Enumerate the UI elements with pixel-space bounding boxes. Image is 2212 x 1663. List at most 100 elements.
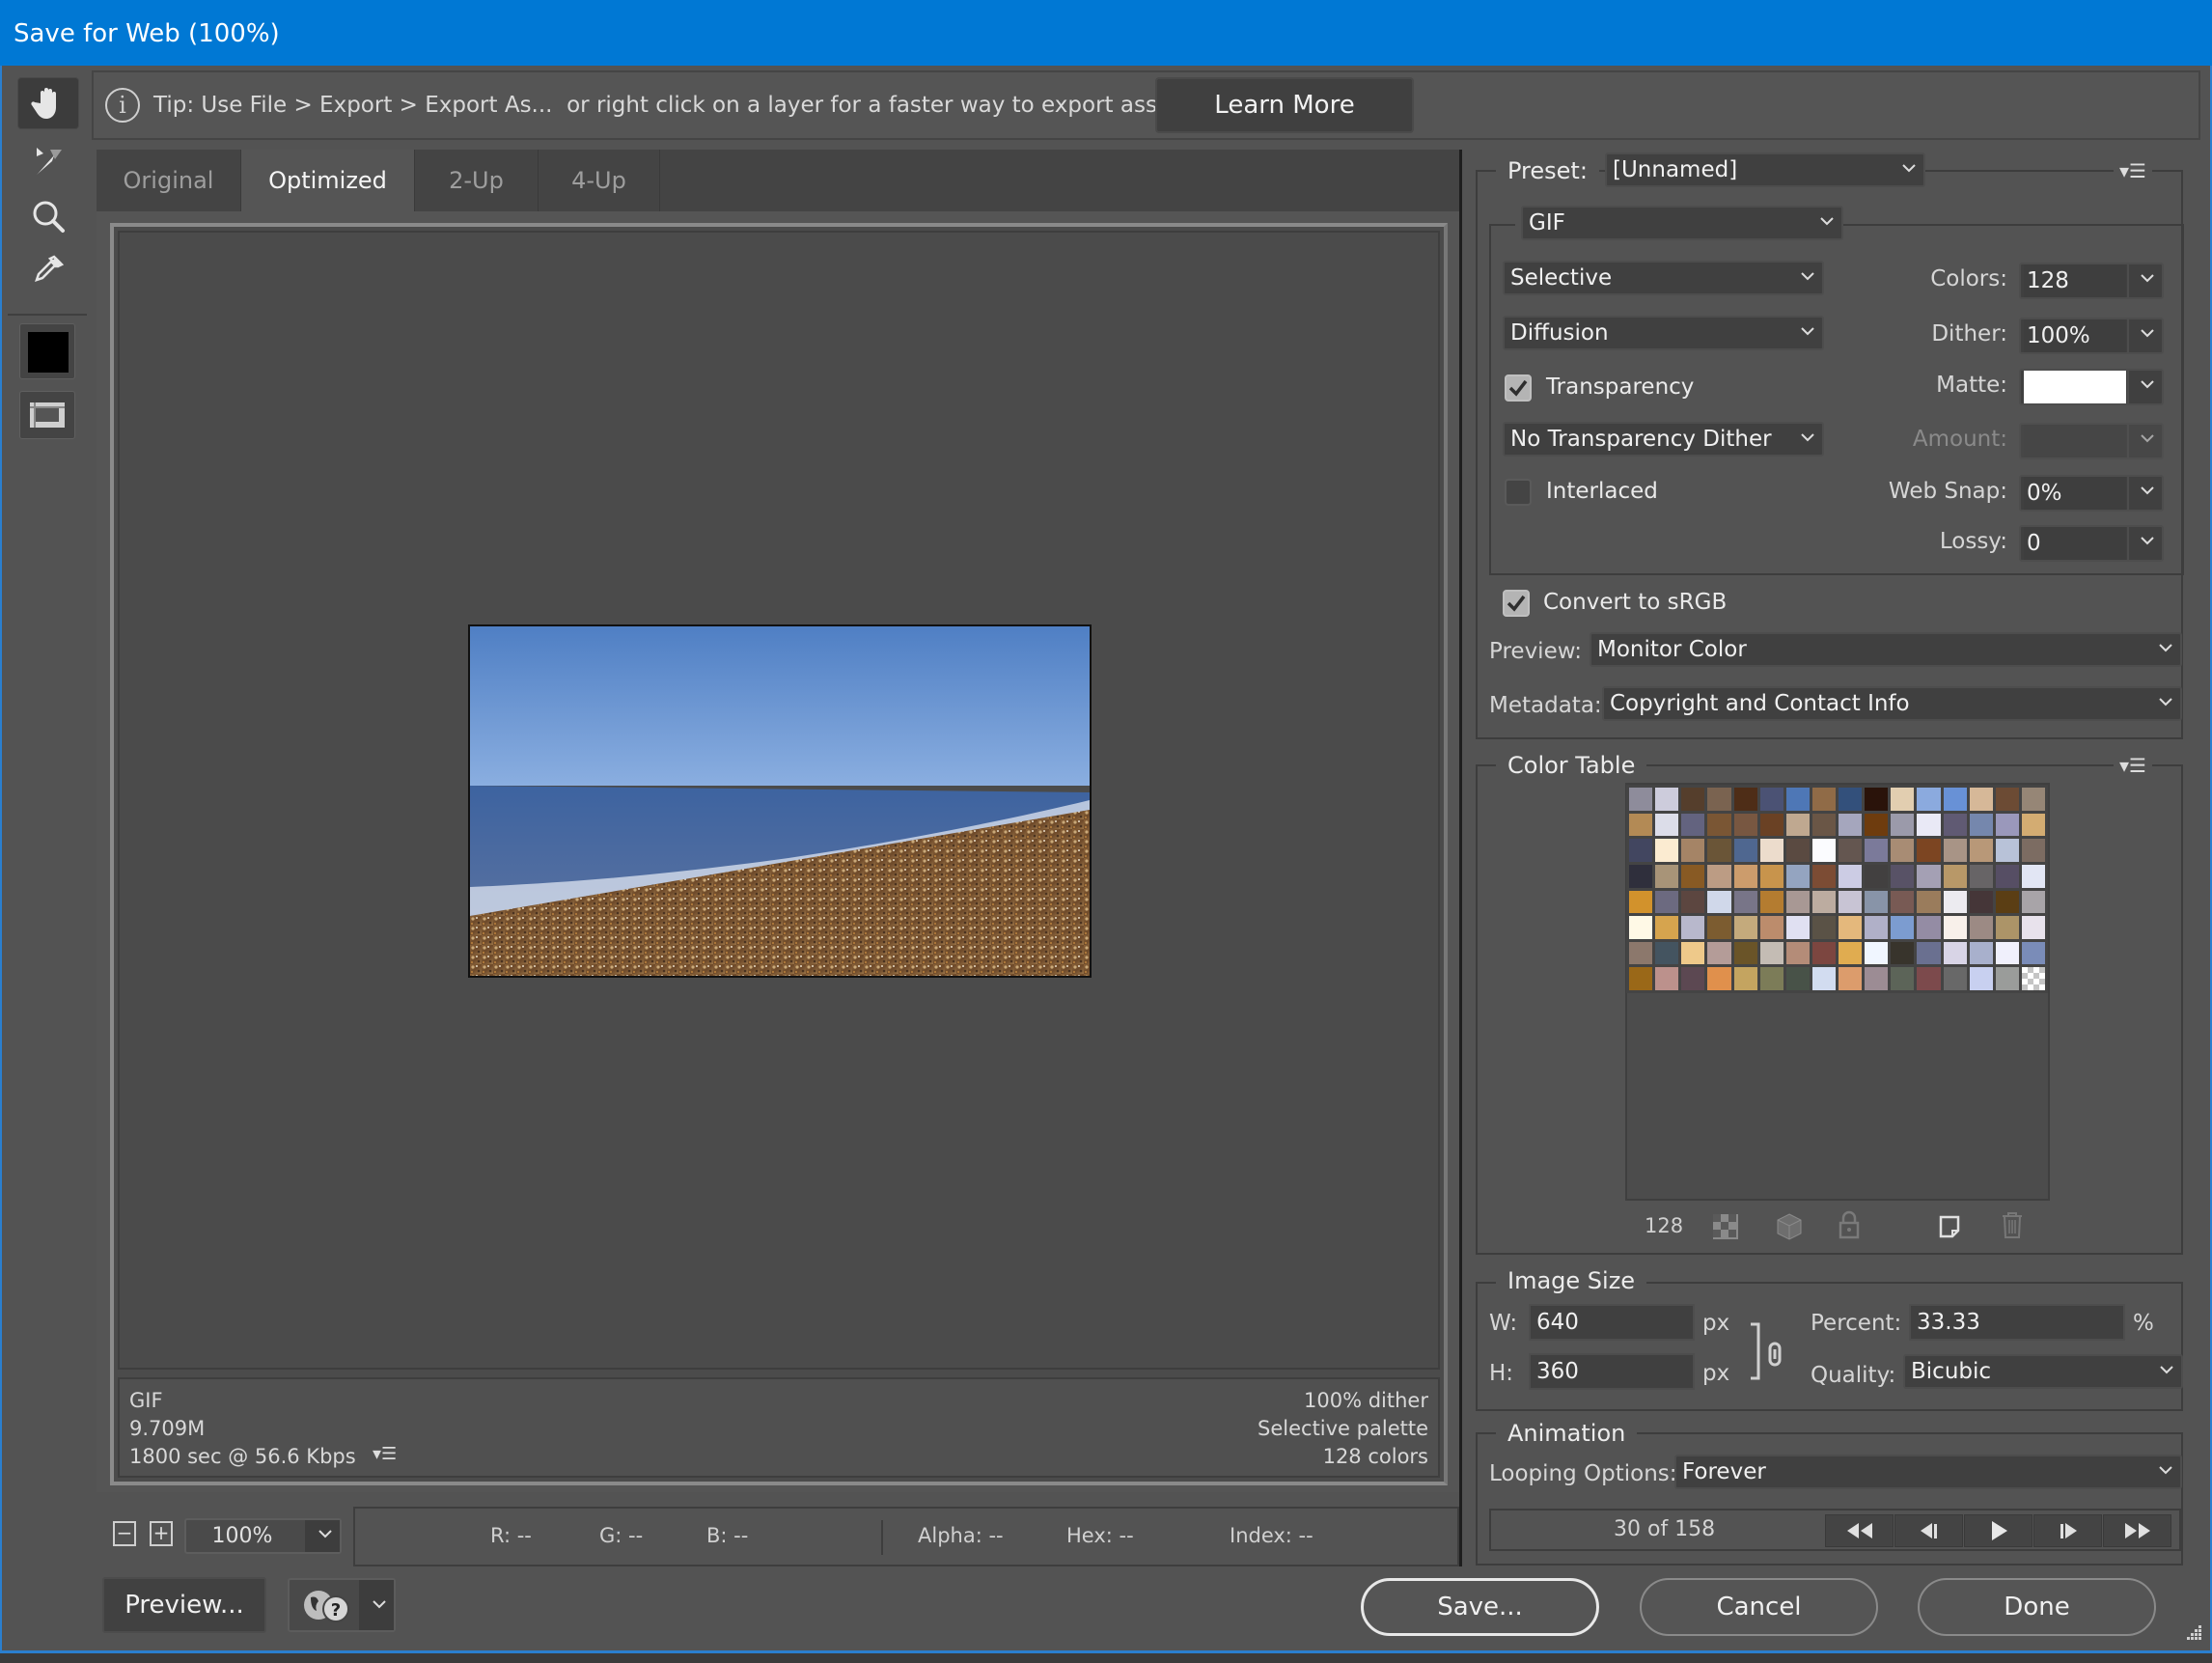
play-button[interactable] — [1964, 1514, 2032, 1547]
color-swatch[interactable] — [1865, 916, 1889, 939]
color-swatch[interactable] — [1707, 839, 1731, 862]
preview-in-browser-button[interactable]: Preview... — [102, 1577, 266, 1633]
color-swatch[interactable] — [1785, 916, 1810, 939]
color-swatch[interactable] — [1995, 813, 2019, 837]
color-swatch[interactable] — [1969, 967, 1993, 990]
color-swatch[interactable] — [1733, 941, 1757, 965]
color-swatch[interactable] — [1655, 813, 1679, 837]
color-swatch[interactable] — [1811, 916, 1836, 939]
color-swatch[interactable] — [1629, 890, 1653, 914]
color-swatch[interactable] — [1865, 941, 1889, 965]
color-swatch[interactable] — [1891, 890, 1915, 914]
color-swatch[interactable] — [1629, 813, 1653, 837]
color-swatch[interactable] — [1943, 813, 1967, 837]
color-swatch[interactable] — [2021, 839, 2045, 862]
tab-2-up[interactable]: 2-Up — [415, 150, 539, 211]
colors-combo[interactable]: 128 — [2019, 263, 2164, 299]
color-swatch[interactable] — [1917, 839, 1941, 862]
color-swatch[interactable] — [2021, 916, 2045, 939]
color-swatch[interactable] — [1629, 788, 1653, 811]
delete-color-icon[interactable] — [2000, 1210, 2025, 1239]
color-swatch[interactable] — [1655, 864, 1679, 888]
color-swatch[interactable] — [1917, 813, 1941, 837]
color-swatch[interactable] — [1811, 967, 1836, 990]
color-swatch[interactable] — [1759, 788, 1783, 811]
color-reduction-select[interactable]: Selective — [1503, 261, 1824, 295]
color-swatch[interactable] — [1811, 941, 1836, 965]
color-swatch[interactable] — [1943, 916, 1967, 939]
color-swatch[interactable] — [1917, 916, 1941, 939]
last-frame-button[interactable] — [2103, 1514, 2171, 1547]
color-swatch[interactable] — [1995, 864, 2019, 888]
color-swatch[interactable] — [1865, 839, 1889, 862]
dither-algorithm-select[interactable]: Diffusion — [1503, 316, 1824, 350]
color-table-grid[interactable] — [1626, 785, 2048, 993]
color-swatch[interactable] — [1917, 788, 1941, 811]
color-swatch[interactable] — [1681, 788, 1705, 811]
color-swatch[interactable] — [1839, 839, 1863, 862]
color-swatch[interactable] — [1629, 941, 1653, 965]
color-swatch[interactable] — [1969, 864, 1993, 888]
color-swatch[interactable] — [1733, 967, 1757, 990]
color-swatch[interactable] — [1811, 788, 1836, 811]
color-swatch[interactable] — [1707, 864, 1731, 888]
color-swatch[interactable] — [1891, 864, 1915, 888]
learn-more-button[interactable]: Learn More — [1155, 77, 1414, 133]
quality-select[interactable]: Bicubic — [1903, 1354, 2183, 1389]
color-swatch[interactable] — [1707, 967, 1731, 990]
panel-menu-icon[interactable]: ▾☰ — [373, 1444, 397, 1464]
color-swatch[interactable] — [1839, 967, 1863, 990]
color-swatch[interactable] — [1707, 788, 1731, 811]
color-swatch[interactable] — [1785, 788, 1810, 811]
preview-color-select[interactable]: Monitor Color — [1590, 632, 2182, 667]
color-swatch[interactable] — [1917, 864, 1941, 888]
convert-srgb-checkbox[interactable] — [1503, 590, 1530, 617]
color-swatch[interactable] — [1969, 890, 1993, 914]
transparency-checkbox[interactable] — [1505, 374, 1532, 402]
zoom-in-button[interactable]: + — [150, 1521, 173, 1546]
color-swatch[interactable] — [1995, 967, 2019, 990]
color-swatch[interactable] — [1943, 788, 1967, 811]
color-swatch[interactable] — [2021, 864, 2045, 888]
color-swatch[interactable] — [1759, 813, 1783, 837]
color-swatch[interactable] — [1839, 788, 1863, 811]
color-swatch[interactable] — [1785, 967, 1810, 990]
color-swatch[interactable] — [1969, 839, 1993, 862]
color-swatch[interactable] — [1865, 813, 1889, 837]
color-swatch[interactable] — [1891, 813, 1915, 837]
color-swatch[interactable] — [2021, 941, 2045, 965]
color-swatch[interactable] — [2021, 890, 2045, 914]
tab-4-up[interactable]: 4-Up — [539, 150, 660, 211]
color-swatch[interactable] — [1707, 941, 1731, 965]
eyedropper-tool[interactable] — [17, 244, 79, 296]
color-swatch[interactable] — [1943, 864, 1967, 888]
color-swatch[interactable] — [1629, 839, 1653, 862]
color-swatch[interactable] — [1969, 941, 1993, 965]
color-swatch[interactable] — [1891, 788, 1915, 811]
color-swatch-transparent[interactable] — [2021, 967, 2045, 990]
color-swatch[interactable] — [1733, 813, 1757, 837]
color-swatch[interactable] — [1629, 967, 1653, 990]
metadata-select[interactable]: Copyright and Contact Info — [1602, 686, 2182, 721]
previous-frame-button[interactable] — [1894, 1514, 1963, 1547]
color-swatch[interactable] — [1733, 788, 1757, 811]
color-swatch[interactable] — [1943, 839, 1967, 862]
color-swatch[interactable] — [1995, 916, 2019, 939]
color-swatch[interactable] — [1891, 967, 1915, 990]
color-swatch[interactable] — [1969, 916, 1993, 939]
color-swatch[interactable] — [1785, 813, 1810, 837]
color-swatch[interactable] — [1943, 941, 1967, 965]
zoom-out-button[interactable]: − — [113, 1521, 136, 1546]
looping-options-select[interactable]: Forever — [1674, 1455, 2182, 1489]
zoom-level-select[interactable]: 100% — [184, 1518, 342, 1554]
cancel-button[interactable]: Cancel — [1640, 1578, 1878, 1636]
color-swatch[interactable] — [1865, 967, 1889, 990]
color-swatch[interactable] — [1759, 864, 1783, 888]
color-swatch[interactable] — [1917, 967, 1941, 990]
percent-input[interactable]: 33.33 — [1909, 1304, 2125, 1341]
color-swatch[interactable] — [1733, 839, 1757, 862]
color-swatch[interactable] — [1785, 839, 1810, 862]
color-swatch[interactable] — [1785, 941, 1810, 965]
color-swatch[interactable] — [1655, 916, 1679, 939]
color-swatch[interactable] — [1629, 916, 1653, 939]
